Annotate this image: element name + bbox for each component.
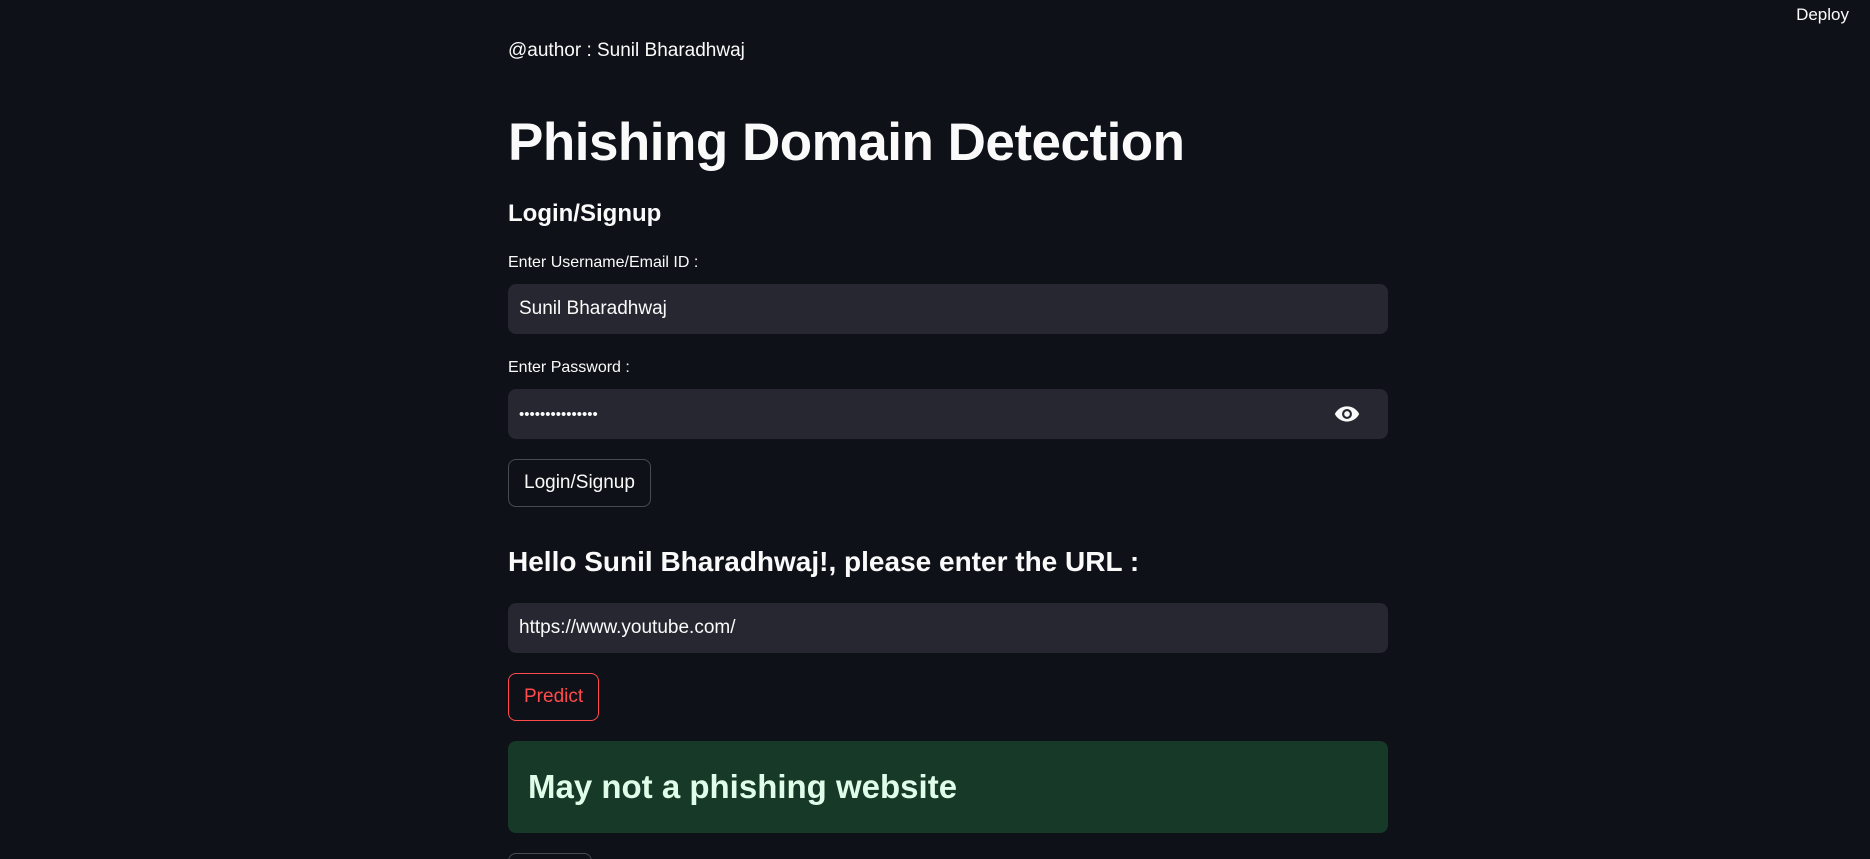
predict-button[interactable]: Predict [508,673,600,721]
deploy-button[interactable]: Deploy [1796,5,1849,25]
author-credit: @author : Sunil Bharadhwaj [508,40,745,61]
url-input[interactable]: https://www.youtube.com/ [508,603,1388,653]
login-signup-button[interactable]: Login/Signup [508,459,651,507]
url-value: https://www.youtube.com/ [519,617,736,638]
partial-button[interactable] [508,853,592,859]
login-heading: Login/Signup [508,200,662,227]
username-input[interactable]: Sunil Bharadhwaj [508,284,1388,334]
password-input[interactable]: ••••••••••••••• [508,389,1388,439]
password-value: ••••••••••••••• [519,405,598,423]
username-value: Sunil Bharadhwaj [519,298,667,319]
greeting-heading: Hello Sunil Bharadhwaj!, please enter th… [508,546,1140,577]
result-message: May not a phishing website [528,768,958,805]
password-label: Enter Password : [508,359,630,376]
result-banner: May not a phishing website [508,741,1388,833]
eye-icon[interactable] [1334,404,1360,424]
app-page: Deploy @author : Sunil Bharadhwaj Phishi… [0,0,1870,859]
page-title: Phishing Domain Detection [508,113,1185,172]
username-label: Enter Username/Email ID : [508,254,699,271]
